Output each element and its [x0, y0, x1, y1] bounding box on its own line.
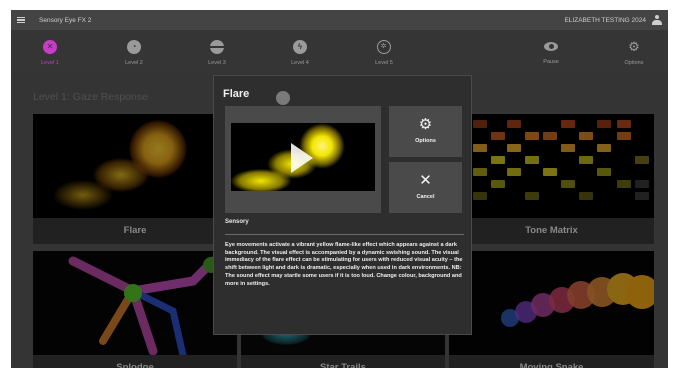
nav-label: Level 3 — [208, 60, 226, 66]
gauge-icon: ◔ — [127, 40, 141, 54]
user-name: ELIZABETH TESTING 2024 — [564, 16, 646, 24]
nav-level-1[interactable]: ✕ Level 1 — [20, 30, 80, 74]
gaze-cursor-icon — [276, 91, 290, 105]
user-menu[interactable]: ELIZABETH TESTING 2024 — [564, 15, 662, 25]
nav-options[interactable]: ⚙ Options — [604, 30, 664, 74]
nav-label: Pause — [543, 59, 559, 65]
effect-detail-dialog: Flare ⚙ Options ✕ Cancel Sensory Eye mov… — [213, 75, 472, 335]
nav-pause[interactable]: Pause — [521, 30, 581, 74]
nav-level-4[interactable]: ϟ Level 4 — [270, 30, 330, 74]
eye-icon — [544, 42, 558, 51]
app-title: Sensory Eye FX 2 — [39, 16, 92, 24]
target-icon: ✲ — [377, 40, 391, 54]
eye-slash-icon: ✕ — [43, 40, 57, 54]
cancel-button[interactable]: ✕ Cancel — [389, 162, 462, 213]
effect-description: Eye movements activate a vibrant yellow … — [225, 242, 463, 287]
nav-level-2[interactable]: ◔ Level 2 — [104, 30, 164, 74]
nav-label: Options — [624, 60, 644, 66]
nav-level-5[interactable]: ✲ Level 5 — [354, 30, 414, 74]
effect-preview[interactable] — [225, 106, 381, 213]
nav-label: Level 1 — [41, 60, 59, 66]
person-icon[interactable] — [652, 15, 662, 25]
options-label: Options — [415, 138, 436, 144]
options-button[interactable]: ⚙ Options — [389, 106, 462, 157]
level-nav: ✕ Level 1 ◔ Level 2 Level 3 ϟ Level 4 ✲ … — [11, 30, 668, 74]
nav-label: Level 5 — [375, 60, 393, 66]
app-window: Sensory Eye FX 2 ELIZABETH TESTING 2024 … — [11, 10, 668, 368]
dialog-title: Flare — [223, 88, 250, 100]
title-bar: Sensory Eye FX 2 ELIZABETH TESTING 2024 — [11, 10, 668, 30]
close-icon: ✕ — [419, 172, 432, 189]
nav-level-3[interactable]: Level 3 — [187, 30, 247, 74]
nav-label: Level 2 — [125, 60, 143, 66]
category-label: Sensory — [225, 219, 249, 225]
ball-icon — [210, 40, 224, 54]
nav-label: Level 4 — [291, 60, 309, 66]
cancel-label: Cancel — [416, 194, 435, 200]
bolt-icon: ϟ — [293, 40, 307, 54]
gear-icon: ⚙ — [628, 39, 640, 54]
gear-icon: ⚙ — [418, 116, 433, 133]
divider — [225, 234, 464, 235]
play-icon[interactable] — [291, 143, 313, 173]
hamburger-icon[interactable] — [17, 16, 25, 24]
